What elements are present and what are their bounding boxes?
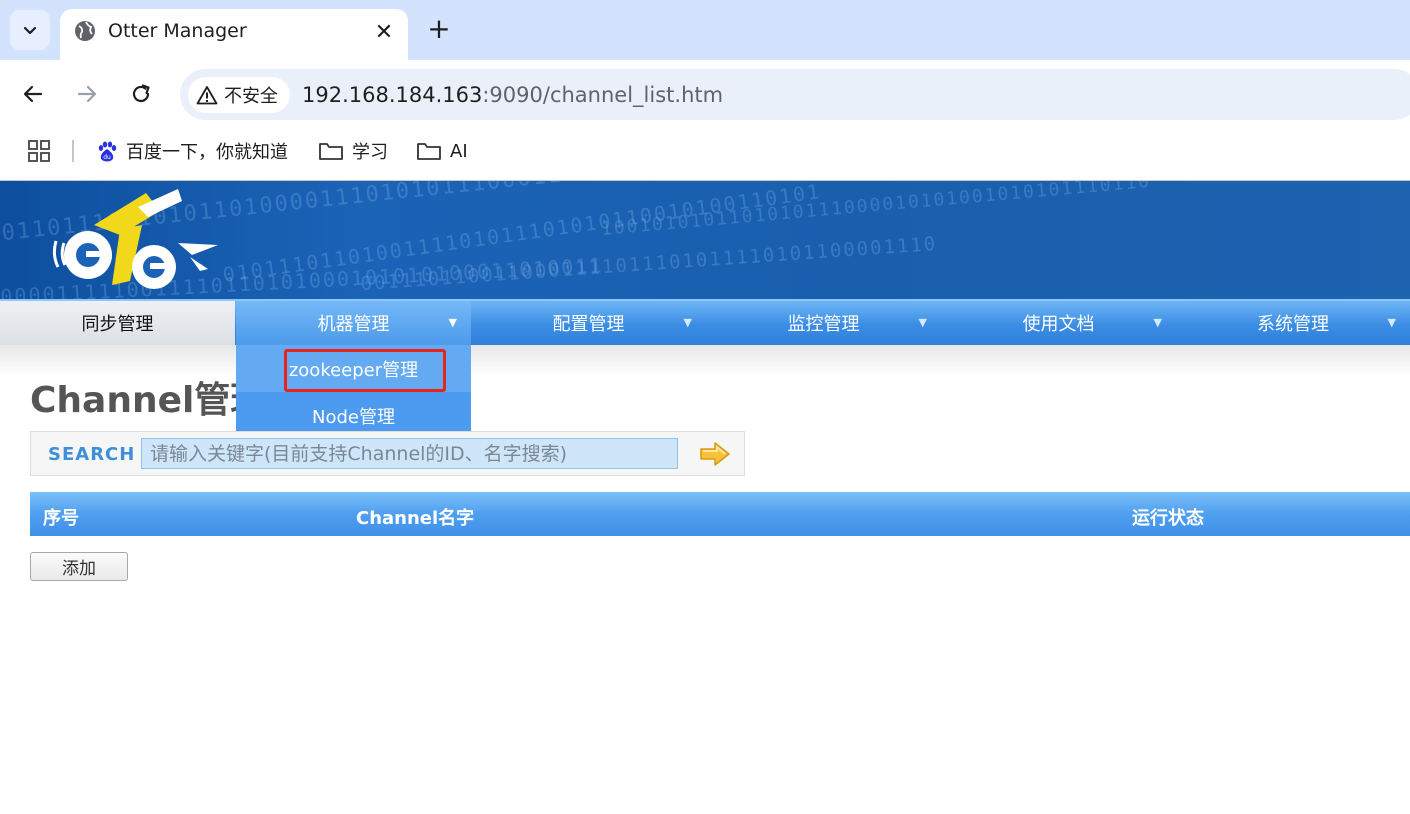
bookmarks-bar: du 百度一下，你就知道 学习 AI: [0, 128, 1410, 181]
menu-label: 配置管理: [552, 314, 625, 335]
header-banner: 0110111101010110100001110101011100011101…: [0, 181, 1410, 299]
folder-icon: [319, 143, 343, 160]
dropdown-arrow-icon: ▼: [1153, 316, 1162, 329]
menu-label: 系统管理: [1257, 314, 1329, 335]
svg-text:du: du: [103, 154, 111, 161]
security-indicator[interactable]: 不安全: [188, 77, 290, 113]
arrow-right-icon: [77, 85, 97, 103]
browser-tab-active[interactable]: Otter Manager ✕: [60, 9, 408, 60]
main-menu-bar: 同步管理 机器管理 ▼ 配置管理 ▼ 监控管理 ▼ 使用文档 ▼ 系统管理 ▼: [0, 299, 1410, 345]
address-bar[interactable]: 不安全 192.168.184.163:9090/channel_list.ht…: [180, 69, 1410, 120]
globe-icon: [75, 21, 95, 41]
menu-label: 机器管理: [317, 314, 390, 335]
reload-icon: [132, 84, 150, 103]
arrow-left-icon: [23, 85, 43, 103]
arrow-right-icon[interactable]: [699, 441, 731, 467]
bookmark-folder-ai[interactable]: AI: [416, 138, 468, 164]
column-header-index: 序号: [43, 508, 79, 529]
apps-grid-icon[interactable]: [28, 140, 50, 162]
column-header-channel-name: Channel名字: [356, 508, 475, 529]
menu-config-management[interactable]: 配置管理 ▼: [471, 301, 706, 345]
dropdown-arrow-icon: ▼: [683, 316, 692, 329]
url-host: 192.168.184.163: [302, 83, 483, 107]
menu-system-management[interactable]: 系统管理 ▼: [1176, 301, 1410, 345]
new-tab-button[interactable]: +: [424, 14, 454, 44]
menu-label: 监控管理: [787, 314, 860, 335]
tab-search-button[interactable]: [10, 10, 50, 50]
bookmarks-separator: [72, 140, 74, 162]
close-tab-icon[interactable]: ✕: [370, 18, 398, 46]
add-channel-button[interactable]: 添加: [30, 552, 128, 581]
machine-management-dropdown: zookeeper管理 Node管理: [236, 345, 471, 439]
menu-documentation[interactable]: 使用文档 ▼: [941, 301, 1176, 345]
url-path: :9090/channel_list.htm: [482, 83, 724, 107]
back-button[interactable]: [13, 74, 53, 114]
menu-sync-management[interactable]: 同步管理: [0, 301, 235, 345]
warning-icon: [196, 86, 218, 105]
reload-button[interactable]: [121, 74, 161, 114]
dropdown-arrow-icon: ▼: [918, 316, 927, 329]
dropdown-arrow-icon: ▼: [448, 316, 457, 329]
search-input[interactable]: [141, 438, 678, 469]
security-label: 不安全: [224, 86, 278, 107]
bookmark-label: AI: [450, 140, 468, 162]
browser-tabstrip: Otter Manager ✕ +: [0, 0, 1410, 60]
url-text[interactable]: 192.168.184.163:9090/channel_list.htm: [302, 82, 723, 108]
forward-button[interactable]: [67, 74, 107, 114]
menu-monitor-management[interactable]: 监控管理 ▼: [706, 301, 941, 345]
bookmark-baidu[interactable]: du 百度一下，你就知道: [96, 138, 288, 164]
bookmark-label: 学习: [352, 142, 388, 163]
highlight-annotation-box: [284, 349, 446, 392]
dropdown-item-label: Node管理: [312, 406, 395, 428]
otter-logo: [52, 189, 218, 289]
baidu-icon: du: [98, 141, 117, 162]
search-panel: SEARCH: [30, 431, 745, 476]
dropdown-arrow-icon: ▼: [1387, 316, 1396, 329]
menu-machine-management[interactable]: 机器管理 ▼: [236, 301, 471, 345]
otter-page: 0110111101010110100001110101011100011101…: [0, 181, 1410, 814]
channel-table-header: 序号 Channel名字 运行状态: [30, 492, 1410, 536]
bookmark-label: 百度一下，你就知道: [126, 142, 288, 163]
bookmark-folder-study[interactable]: 学习: [318, 138, 388, 164]
chevron-down-icon: [23, 26, 37, 35]
folder-icon: [417, 143, 441, 160]
search-label: SEARCH: [48, 444, 136, 465]
menu-label: 使用文档: [1022, 314, 1095, 335]
tab-title: Otter Manager: [108, 20, 247, 42]
column-header-status: 运行状态: [1132, 508, 1204, 529]
page-title: Channel管理: [30, 380, 267, 421]
menu-label: 同步管理: [81, 314, 154, 335]
browser-toolbar: 不安全 192.168.184.163:9090/channel_list.ht…: [0, 60, 1410, 128]
